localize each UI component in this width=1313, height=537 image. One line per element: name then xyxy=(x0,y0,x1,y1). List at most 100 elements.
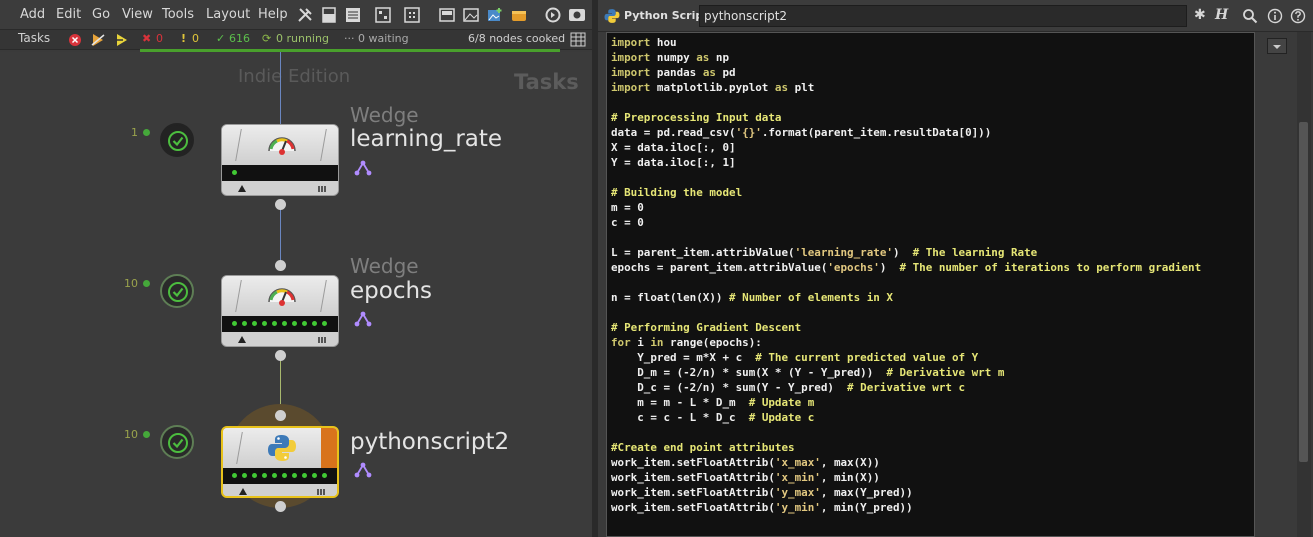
nodes-cooked-status: 6/8 nodes cooked xyxy=(468,32,566,45)
code-line: work_item.setFloatAttrib('y_max', max(Y_… xyxy=(611,486,913,499)
code-line: # Preprocessing Input data xyxy=(611,111,782,124)
code-line: work_item.setFloatAttrib('y_min', min(Y_… xyxy=(611,501,913,514)
info-icon[interactable] xyxy=(1267,8,1283,24)
snippet-dropdown[interactable] xyxy=(1267,38,1287,54)
code-line: D_m = (-2/n) * sum(X * (Y - Y_pred)) # D… xyxy=(611,366,1005,379)
node-learning-rate[interactable] xyxy=(221,124,339,196)
display-flag[interactable] xyxy=(321,428,337,468)
code-line: work_item.setFloatAttrib('x_max', max(X)… xyxy=(611,456,880,469)
running-icon: ⟳ xyxy=(262,32,272,45)
cancel-cook-icon[interactable] xyxy=(68,33,82,47)
node-type-label: Wedge xyxy=(350,254,419,278)
status-dot xyxy=(143,431,150,438)
code-line: import hou xyxy=(611,36,677,49)
code-line: # Building the model xyxy=(611,186,743,199)
node-name-label[interactable]: learning_rate xyxy=(350,126,502,152)
task-graph-table-icon[interactable] xyxy=(570,32,586,47)
partition-icon xyxy=(354,160,372,176)
warning-icon: ! xyxy=(181,32,187,45)
list-view-icon[interactable] xyxy=(344,6,362,24)
python-code-editor[interactable]: import hou import numpy as np import panda… xyxy=(606,32,1255,537)
menu-layout[interactable]: Layout xyxy=(206,7,250,22)
node-pythonscript2[interactable] xyxy=(221,426,339,498)
tasks-label: Tasks xyxy=(18,31,51,45)
node-name-field[interactable]: pythonscript2 xyxy=(699,5,1187,27)
code-line: data = pd.read_csv('{}'.format(parent_it… xyxy=(611,126,992,139)
output-port[interactable] xyxy=(275,199,286,210)
running-count[interactable]: 0 running xyxy=(276,32,329,45)
partition-icon xyxy=(354,462,372,478)
python-logo-icon xyxy=(604,9,620,23)
code-text[interactable]: import hou import numpy as np import panda… xyxy=(611,35,1201,515)
parameter-header: Python Script pythonscript2 ✱ H xyxy=(598,0,1313,32)
houdini-help-icon[interactable]: H xyxy=(1215,7,1228,23)
input-port[interactable] xyxy=(275,260,286,271)
menu-view[interactable]: View xyxy=(122,7,153,22)
output-port[interactable] xyxy=(275,501,286,512)
output-port[interactable] xyxy=(275,350,286,361)
menu-help[interactable]: Help xyxy=(258,7,288,22)
warning-count[interactable]: 0 xyxy=(192,32,199,45)
help-icon[interactable] xyxy=(1290,8,1306,24)
gear-icon[interactable]: ✱ xyxy=(1194,7,1206,23)
editor-side-panel xyxy=(1255,32,1313,537)
node-name-label[interactable]: epochs xyxy=(350,278,432,304)
input-port[interactable] xyxy=(275,410,286,421)
failed-count[interactable]: 0 xyxy=(156,32,163,45)
node-work-item-count: 10 xyxy=(124,277,138,290)
grid-icon[interactable] xyxy=(403,6,421,24)
menu-tools[interactable]: Tools xyxy=(162,7,194,22)
input-wire xyxy=(280,52,281,132)
code-line: m = m - L * D_m # Update m xyxy=(611,396,815,409)
node-epochs[interactable] xyxy=(221,275,339,347)
add-image-icon[interactable] xyxy=(486,6,504,24)
background-image-icon[interactable] xyxy=(462,6,480,24)
code-line: X = data.iloc[:, 0] xyxy=(611,141,736,154)
display-options-icon[interactable] xyxy=(438,6,456,24)
menu-edit[interactable]: Edit xyxy=(56,7,81,22)
code-line: n = float(len(X)) # Number of elements i… xyxy=(611,291,893,304)
node-name-label[interactable]: pythonscript2 xyxy=(350,429,509,455)
scrollbar-thumb[interactable] xyxy=(1299,122,1308,462)
preview-eye-icon[interactable] xyxy=(568,6,586,24)
context-watermark: Tasks xyxy=(514,70,579,94)
chevron-down-icon xyxy=(1273,45,1281,49)
vertical-scrollbar[interactable] xyxy=(1297,32,1311,537)
wire-learning-rate-epochs xyxy=(280,204,281,264)
layout-icon[interactable] xyxy=(320,6,338,24)
code-line: m = 0 xyxy=(611,201,644,214)
menu-go[interactable]: Go xyxy=(92,7,110,22)
tasks-network-pane: Add Edit Go View Tools Layout Help Tasks… xyxy=(0,0,592,537)
tools-icon[interactable] xyxy=(296,6,314,24)
code-line: c = 0 xyxy=(611,216,644,229)
node-type-label: Wedge xyxy=(350,103,419,127)
code-line: #Create end point attributes xyxy=(611,441,795,454)
partition-icon xyxy=(354,311,372,327)
code-line: import numpy as np xyxy=(611,51,730,64)
network-layout-icon[interactable] xyxy=(374,6,392,24)
parameter-pane: Python Script pythonscript2 ✱ H import h… xyxy=(598,0,1313,537)
wedge-gauge-icon xyxy=(268,288,296,306)
cooked-count[interactable]: 616 xyxy=(229,32,250,45)
failed-icon: ✖ xyxy=(142,32,152,45)
node-type-label: Python Script xyxy=(624,9,709,22)
quick-mark-icon[interactable] xyxy=(544,6,562,24)
code-line: import matplotlib.pyplot as plt xyxy=(611,81,815,94)
code-line: work_item.setFloatAttrib('x_min', min(X)… xyxy=(611,471,880,484)
cook-node-icon[interactable] xyxy=(90,32,106,48)
search-icon[interactable] xyxy=(1242,8,1258,24)
python-logo-icon xyxy=(268,435,296,461)
waiting-count[interactable]: 0 waiting xyxy=(358,32,409,45)
sticky-note-icon[interactable] xyxy=(510,6,528,24)
code-line: L = parent_item.attribValue('learning_ra… xyxy=(611,246,1038,259)
network-editor: Indie Edition Tasks 1 Wedge learning_rat… xyxy=(0,52,592,537)
cooked-check-icon: ✓ xyxy=(216,32,226,45)
menu-add[interactable]: Add xyxy=(20,7,45,22)
cooked-check-icon xyxy=(160,425,194,459)
cook-output-icon[interactable] xyxy=(114,32,130,48)
task-status-bar: Tasks ✖ 0 ! 0 ✓ 616 ⟳ 0 running ··· 0 wa… xyxy=(0,30,592,50)
